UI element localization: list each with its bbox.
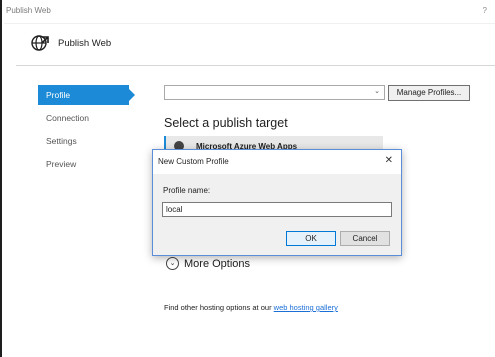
ok-button[interactable]: OK [286,231,336,246]
more-options-toggle[interactable]: ⌄ More Options [166,257,250,270]
manage-profiles-button[interactable]: Manage Profiles... [388,85,470,101]
dialog-title: New Custom Profile [158,157,229,166]
more-options-label[interactable]: More Options [184,258,250,270]
hosting-footer: Find other hosting options at our web ho… [164,303,338,312]
chevron-down-circle-icon[interactable]: ⌄ [166,257,179,270]
web-hosting-gallery-link[interactable]: web hosting gallery [274,303,338,312]
profile-name-input[interactable] [162,202,392,217]
title-bar: Publish Web ? [6,6,487,18]
header: Publish Web [30,32,111,54]
cancel-button[interactable]: Cancel [340,231,390,246]
profile-name-label: Profile name: [163,186,211,195]
sidebar-item-settings[interactable]: Settings [38,131,138,151]
chevron-down-icon[interactable]: ⌄ [374,87,380,95]
sidebar-item-preview[interactable]: Preview [38,154,138,174]
globe-publish-icon [31,35,49,51]
new-custom-profile-dialog: New Custom Profile ✕ Profile name: OK Ca… [152,149,402,256]
header-title: Publish Web [58,37,112,49]
window-title: Publish Web [6,6,51,15]
publish-target-heading: Select a publish target [164,116,288,130]
sidebar-item-connection[interactable]: Connection [38,108,138,128]
header-divider [16,65,495,66]
help-button[interactable]: ? [483,6,487,15]
dialog-body: Profile name: OK Cancel [153,174,401,255]
publish-web-window: Publish Web ? Publish Web Profile Connec… [0,0,495,357]
sidebar-nav: Profile Connection Settings Preview [38,85,138,177]
profile-select[interactable]: ⌄ [164,85,385,100]
footer-prefix: Find other hosting options at our [164,303,274,312]
title-divider [4,23,495,24]
close-icon[interactable]: ✕ [385,155,393,166]
sidebar-item-profile[interactable]: Profile [38,85,135,105]
